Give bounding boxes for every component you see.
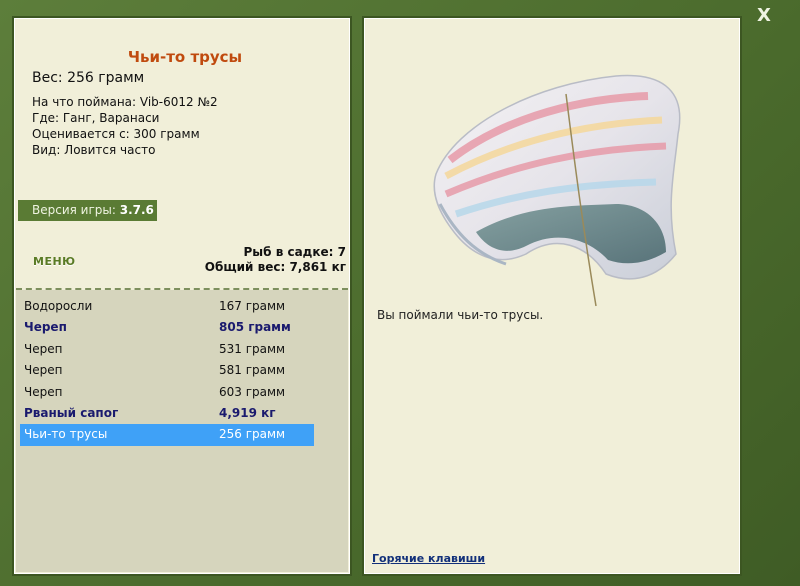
hotkeys-link[interactable]: Горячие клавиши xyxy=(372,552,485,565)
close-icon[interactable]: X xyxy=(752,4,776,28)
game-window: X Чьи-то трусы Вес: 256 грамм На что пой… xyxy=(0,0,800,586)
catch-location: Где: Ганг, Варанаси xyxy=(32,111,160,125)
catch-weight: Вес: 256 грамм xyxy=(32,70,145,86)
catch-meta: На что поймана: Vib-6012 №2 Где: Ганг, В… xyxy=(32,94,218,158)
catch-info: Чьи-то трусы Вес: 256 грамм На что пойма… xyxy=(20,24,350,184)
keepnet-row[interactable]: Рваный сапог 4,919 кг xyxy=(20,403,314,424)
catch-title: Чьи-то трусы xyxy=(127,48,243,66)
row-weight: 4,919 кг xyxy=(219,405,276,420)
row-name: Череп xyxy=(24,341,63,356)
version-value: 3.7.6 xyxy=(119,203,154,217)
row-name: Череп xyxy=(24,363,63,378)
version-label: Версия игры: xyxy=(32,203,116,217)
row-name: Череп xyxy=(24,320,67,335)
version-bar: Версия игры: 3.7.6 xyxy=(18,200,157,221)
menu-button[interactable]: МЕНЮ xyxy=(33,255,76,268)
row-weight: 256 грамм xyxy=(219,427,286,442)
keepnet-row[interactable]: Череп 805 грамм xyxy=(20,317,314,338)
row-name: Рваный сапог xyxy=(24,405,119,420)
row-name: Череп xyxy=(24,384,63,399)
total-weight: Общий вес: 7,861 кг xyxy=(204,260,346,274)
keepnet-row[interactable]: Череп 531 грамм xyxy=(20,339,314,360)
keepnet-row[interactable]: Чьи-то трусы 256 грамм xyxy=(20,424,314,446)
catch-lure: На что поймана: Vib-6012 №2 xyxy=(32,95,218,109)
catch-message: Вы поймали чьи-то трусы. xyxy=(377,308,544,322)
catch-type: Вид: Ловится часто xyxy=(32,143,156,157)
catch-panel: Вы поймали чьи-то трусы. Горячие клавиши xyxy=(364,18,740,574)
row-name: Чьи-то трусы xyxy=(24,427,108,442)
fish-count: Рыб в садке: 7 xyxy=(243,245,347,259)
underwear-picture xyxy=(433,74,681,307)
keepnet-list: Водоросли 167 грамм Череп 805 грамм Чере… xyxy=(20,296,314,446)
row-weight: 581 грамм xyxy=(219,363,286,378)
row-name: Водоросли xyxy=(24,299,93,313)
row-weight: 167 грамм xyxy=(219,299,286,313)
keepnet-row[interactable]: Череп 581 грамм xyxy=(20,360,314,381)
catch-valued-from: Оценивается с: 300 грамм xyxy=(32,127,200,141)
row-weight: 531 грамм xyxy=(219,341,286,356)
row-weight: 805 грамм xyxy=(219,320,291,335)
keepnet-summary: Рыб в садке: 7 Общий вес: 7,861 кг xyxy=(205,245,346,275)
keepnet-list-area: Водоросли 167 грамм Череп 805 грамм Чере… xyxy=(16,290,348,572)
keepnet-row[interactable]: Череп 603 грамм xyxy=(20,382,314,403)
keepnet-row[interactable]: Водоросли 167 грамм xyxy=(20,296,314,317)
row-weight: 603 грамм xyxy=(219,384,286,399)
